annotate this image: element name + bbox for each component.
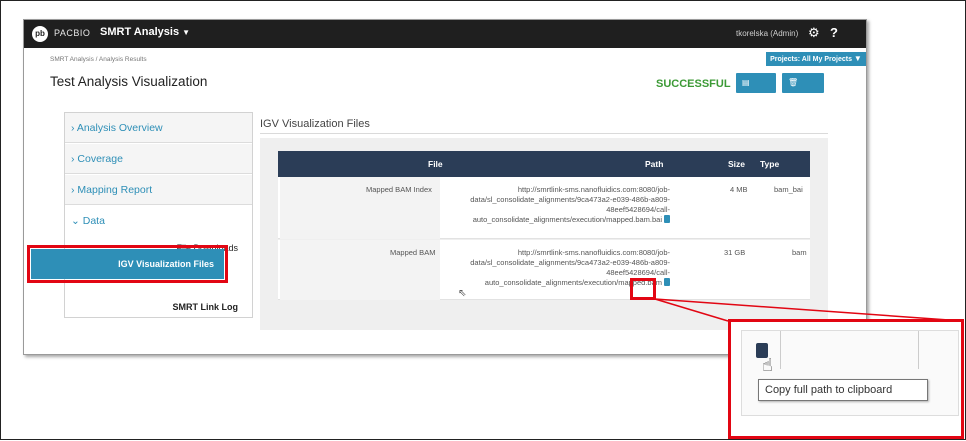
- path-line: 48eef5428694/call-: [606, 268, 670, 277]
- projects-label: Projects: All My Projects: [770, 56, 852, 63]
- sidebar-item-label: Mapping Report: [77, 184, 153, 196]
- sidebar-item-label: Analysis Overview: [76, 122, 163, 134]
- smrt-app-window: pb PACBIO SMRT Analysis ▼ tkorelska (Adm…: [23, 19, 867, 355]
- delete-button[interactable]: 🗑 Delete: [782, 73, 824, 107]
- gear-icon[interactable]: ⚙: [808, 25, 820, 41]
- hand-cursor-icon: ☝: [762, 355, 773, 375]
- table-row: Mapped BAM Index http://smrtlink-sms.nan…: [278, 177, 810, 239]
- file-name: Mapped BAM: [390, 248, 436, 257]
- column-header-file[interactable]: File: [428, 159, 443, 169]
- path-line: http://smrtlink-sms.nanofluidics.com:808…: [517, 185, 670, 194]
- chevron-right-icon: ›: [71, 122, 75, 134]
- path-line: 48eef5428694/call-: [606, 205, 670, 214]
- screenshot-frame: pb PACBIO SMRT Analysis ▼ tkorelska (Adm…: [0, 0, 966, 440]
- projects-dropdown[interactable]: Projects: All My Projects ▼: [766, 52, 866, 66]
- top-navbar: pb PACBIO SMRT Analysis ▼ tkorelska (Adm…: [24, 20, 866, 48]
- copy-button[interactable]: ▤ Copy: [736, 73, 776, 107]
- section-title: IGV Visualization Files: [260, 118, 370, 130]
- status-badge: SUCCESSFUL: [656, 78, 731, 90]
- copy-button-label: Copy: [742, 98, 761, 107]
- sidebar-subitem-smrt-link-log[interactable]: SMRT Link Log: [65, 302, 252, 312]
- sidebar-highlight-box: [27, 245, 228, 283]
- trash-icon: 🗑: [788, 78, 799, 87]
- path-line: data/sl_consolidate_alignments/9ca473a2-…: [470, 195, 670, 204]
- delete-button-label: Delete: [788, 98, 812, 107]
- sidebar-item-label: Coverage: [77, 153, 123, 165]
- table-row: Mapped BAM http://smrtlink-sms.nanofluid…: [278, 240, 810, 300]
- breadcrumb[interactable]: SMRT Analysis / Analysis Results: [50, 56, 147, 63]
- brand-name: PACBIO: [54, 28, 91, 38]
- section-divider: [260, 133, 828, 134]
- clipboard-icon[interactable]: [664, 278, 670, 286]
- sidebar-item-data[interactable]: ⌄ Data: [65, 206, 252, 236]
- table-header: File Path Size Type: [278, 151, 810, 177]
- zoomed-table-cell: ☝ Copy full path to clipboard: [741, 330, 959, 416]
- column-header-size[interactable]: Size: [728, 159, 745, 169]
- sidebar-item-mapping-report[interactable]: › Mapping Report: [65, 175, 252, 205]
- sidebar-item-label: Data: [82, 215, 105, 227]
- file-type: bam_bai: [774, 185, 803, 194]
- page-title: Test Analysis Visualization: [50, 74, 208, 89]
- user-menu[interactable]: tkorelska (Admin): [736, 29, 798, 38]
- copy-icon: ▤: [742, 78, 750, 87]
- path-line: data/sl_consolidate_alignments/9ca473a2-…: [470, 258, 670, 267]
- tooltip: Copy full path to clipboard: [758, 379, 928, 401]
- report-sidebar: › Analysis Overview › Coverage › Mapping…: [64, 112, 253, 318]
- zoom-callout: ☝ Copy full path to clipboard: [728, 319, 964, 439]
- app-menu-label: SMRT Analysis: [100, 26, 180, 38]
- sidebar-item-coverage[interactable]: › Coverage: [65, 144, 252, 174]
- chevron-right-icon: ›: [71, 153, 75, 165]
- column-header-type[interactable]: Type: [760, 159, 779, 169]
- path-line: auto_consolidate_alignments/execution/ma…: [472, 215, 662, 224]
- file-name: Mapped BAM Index: [366, 185, 432, 194]
- path-line: http://smrtlink-sms.nanofluidics.com:808…: [517, 248, 670, 257]
- file-path: http://smrtlink-sms.nanofluidics.com:808…: [458, 185, 670, 225]
- cell-divider: [780, 331, 781, 369]
- clipboard-highlight-box: [630, 278, 656, 300]
- mouse-cursor-icon: ⇖: [458, 288, 467, 299]
- column-header-path[interactable]: Path: [645, 159, 663, 169]
- help-icon[interactable]: ?: [830, 25, 838, 40]
- caret-down-icon: ▼: [182, 28, 191, 37]
- clipboard-icon[interactable]: [664, 215, 670, 223]
- cell-divider: [918, 331, 919, 369]
- file-size: 4 MB: [730, 185, 748, 194]
- sidebar-item-analysis-overview[interactable]: › Analysis Overview: [65, 113, 252, 143]
- chevron-right-icon: ›: [71, 184, 75, 196]
- chevron-down-icon: ⌄: [71, 215, 80, 227]
- file-type: bam: [792, 248, 807, 257]
- caret-down-icon: ▼: [853, 54, 862, 63]
- app-menu[interactable]: SMRT Analysis ▼: [100, 26, 190, 38]
- file-size: 31 GB: [724, 248, 746, 257]
- pacbio-logo[interactable]: pb: [32, 26, 48, 42]
